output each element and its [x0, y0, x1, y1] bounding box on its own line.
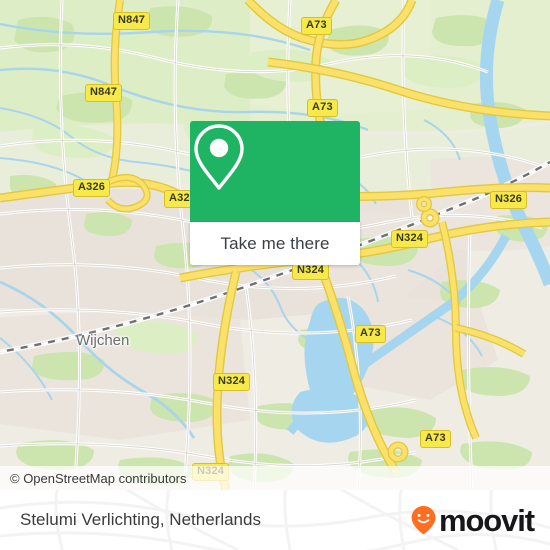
moovit-smiley-pin-icon: [411, 506, 436, 535]
road-shield[interactable]: N847: [85, 84, 123, 102]
road-shield[interactable]: N326: [490, 191, 528, 209]
callout-header: [190, 121, 360, 222]
take-me-there-button[interactable]: Take me there: [190, 222, 360, 265]
moovit-wordmark: moovit: [438, 502, 535, 538]
road-shield[interactable]: N324: [391, 230, 429, 248]
take-me-there-label: Take me there: [220, 233, 330, 253]
road-shield[interactable]: A73: [420, 430, 451, 448]
map-screenshot: Wijchen N847 A73 N847 A73 A326 A326 N326…: [0, 0, 550, 550]
road-shield[interactable]: A73: [307, 99, 338, 117]
moovit-brand[interactable]: moovit: [410, 490, 535, 550]
road-shield[interactable]: A73: [301, 17, 332, 35]
map-pin-icon: [190, 121, 360, 222]
road-shield[interactable]: N324: [213, 373, 251, 391]
place-label-wijchen: Wijchen: [76, 332, 130, 349]
road-shield[interactable]: A73: [355, 325, 386, 343]
destination-callout[interactable]: Take me there: [190, 121, 360, 265]
attribution-text[interactable]: © OpenStreetMap contributors: [0, 471, 187, 486]
road-shield[interactable]: N847: [113, 12, 151, 30]
map-attribution-bar: © OpenStreetMap contributors: [0, 466, 550, 490]
location-title: Stelumi Verlichting, Netherlands: [20, 510, 261, 529]
road-shield[interactable]: A326: [73, 179, 111, 197]
footer-bar: Stelumi Verlichting, Netherlands moovit: [0, 490, 550, 550]
map-canvas[interactable]: Wijchen N847 A73 N847 A73 A326 A326 N326…: [0, 0, 550, 490]
